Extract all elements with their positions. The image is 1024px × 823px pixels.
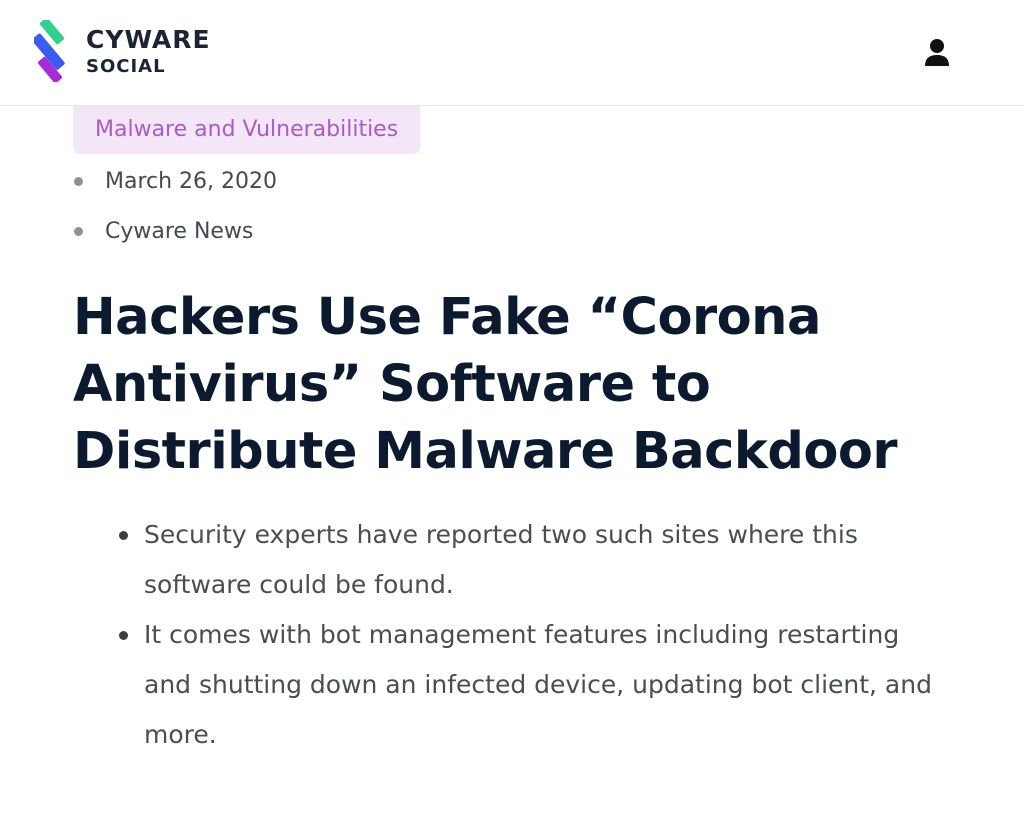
summary-point-text: It comes with bot management features in… bbox=[144, 620, 932, 749]
user-icon bbox=[925, 39, 949, 66]
article-source-text: Cyware News bbox=[105, 219, 254, 244]
publish-date-text: March 26, 2020 bbox=[105, 169, 278, 194]
article-source: Cyware News bbox=[73, 207, 277, 257]
publish-date: March 26, 2020 bbox=[73, 157, 277, 207]
logo-brand-text: CYWARE bbox=[86, 24, 211, 54]
summary-point-text: Security experts have reported two such … bbox=[144, 520, 858, 599]
bullet-dot bbox=[74, 177, 83, 186]
cyware-logo-icon bbox=[34, 20, 65, 82]
logo-sub-text: SOCIAL bbox=[86, 55, 166, 77]
article-meta: March 26, 2020 Cyware News bbox=[73, 157, 277, 257]
cyware-social-logo[interactable]: CYWARE SOCIAL bbox=[34, 20, 211, 82]
logo-wordmark: CYWARE SOCIAL bbox=[86, 27, 211, 76]
summary-point: It comes with bot management features in… bbox=[119, 610, 939, 760]
bullet-dot bbox=[74, 227, 83, 236]
article-summary: Security experts have reported two such … bbox=[119, 510, 939, 760]
bullet-dot bbox=[119, 531, 128, 540]
category-tag[interactable]: Malware and Vulnerabilities bbox=[73, 106, 421, 154]
summary-point: Security experts have reported two such … bbox=[119, 510, 939, 610]
bullet-dot bbox=[119, 631, 128, 640]
article-title: Hackers Use Fake “Corona Antivirus” Soft… bbox=[73, 288, 898, 481]
site-header: CYWARE SOCIAL bbox=[0, 0, 1024, 106]
user-account-button[interactable] bbox=[922, 37, 952, 69]
